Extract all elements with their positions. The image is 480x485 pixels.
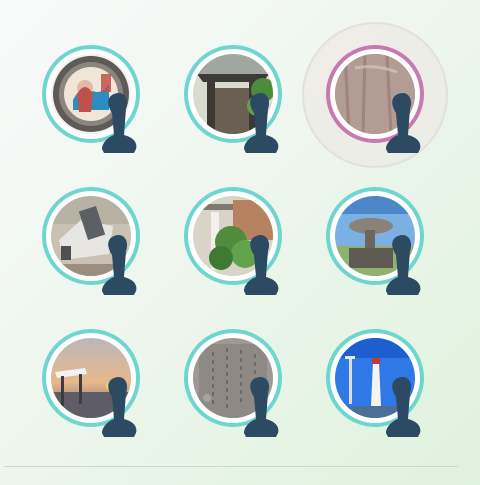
spot-badge-9[interactable] [326, 329, 424, 437]
spot-badge-8[interactable] [184, 329, 282, 437]
location-pin-icon [100, 375, 140, 441]
spot-badge-4[interactable] [42, 187, 140, 295]
spot-badge-3[interactable] [326, 45, 424, 153]
spot-badge-2[interactable] [184, 45, 282, 153]
spot-badge-grid [0, 0, 480, 460]
location-pin-icon [242, 91, 282, 157]
spot-badge-1[interactable] [42, 45, 140, 153]
location-pin-icon [384, 91, 424, 157]
location-pin-icon [384, 233, 424, 299]
location-pin-icon [100, 233, 140, 299]
location-pin-icon [384, 375, 424, 441]
location-pin-icon [242, 375, 282, 441]
location-pin-icon [100, 91, 140, 157]
spot-badge-5[interactable] [184, 187, 282, 295]
spot-badge-7[interactable] [42, 329, 140, 437]
location-pin-icon [242, 233, 282, 299]
bottom-divider [4, 466, 458, 467]
spot-badge-6[interactable] [326, 187, 424, 295]
